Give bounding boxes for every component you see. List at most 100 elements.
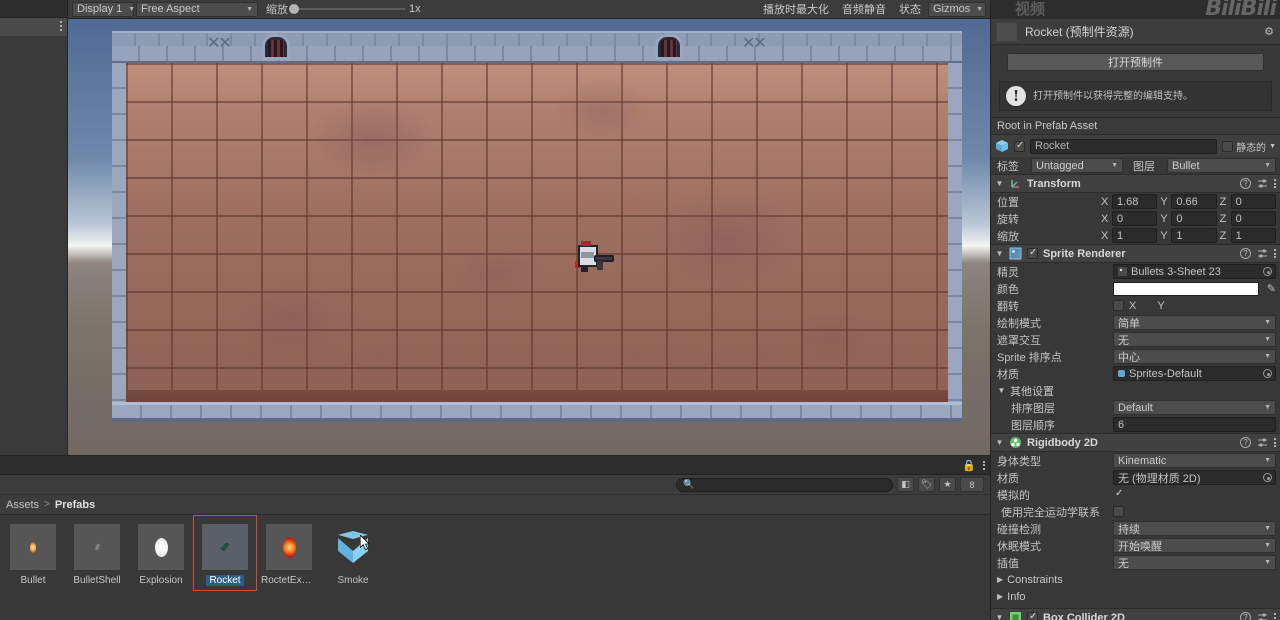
scale-z-field[interactable]: 1 [1230, 228, 1276, 243]
material-object-field[interactable]: Sprites-Default [1113, 366, 1276, 381]
collision-detection-dropdown[interactable]: 持续 ▼ [1113, 521, 1276, 536]
display-dropdown[interactable]: Display 1 ▼ [72, 1, 135, 17]
object-picker-icon[interactable] [1263, 473, 1272, 482]
component-header-rigidbody-2d[interactable]: ▼ Rigidbody 2D ? [991, 433, 1280, 452]
component-header-transform[interactable]: ▼ Transform ? [991, 174, 1280, 193]
flip-x-checkbox[interactable] [1113, 300, 1124, 311]
rotation-y-field[interactable]: 0 [1171, 211, 1217, 226]
foldout-arrow-icon[interactable]: ▼ [997, 386, 1006, 395]
use-full-kinematic-checkbox[interactable] [1113, 506, 1124, 517]
rotation-x-field[interactable]: 0 [1112, 211, 1158, 226]
search-input-wrapper[interactable]: 🔍 [676, 477, 893, 492]
maximize-on-play-button[interactable]: 播放时最大化 [757, 2, 835, 17]
body-type-dropdown[interactable]: Kinematic ▼ [1113, 453, 1276, 468]
object-picker-icon[interactable] [1263, 369, 1272, 378]
help-icon[interactable]: ? [1240, 612, 1251, 620]
stats-button[interactable]: 状态 [893, 2, 927, 17]
zoom-slider-knob[interactable] [289, 4, 299, 14]
inspector-tabbar[interactable]: 视频 BiliBili [991, 0, 1280, 19]
scale-y-field[interactable]: 1 [1171, 228, 1217, 243]
foldout-arrow-icon[interactable]: ▼ [995, 179, 1004, 188]
foldout-arrow-icon[interactable]: ▼ [995, 249, 1004, 258]
component-header-box-collider-2d[interactable]: ▼ Box Collider 2D ? [991, 608, 1280, 620]
preset-icon[interactable] [1257, 612, 1268, 620]
sprite-sort-point-dropdown[interactable]: 中心 ▼ [1113, 349, 1276, 364]
preset-icon[interactable] [1257, 248, 1268, 259]
gear-icon[interactable]: ⚙ [1264, 25, 1274, 38]
open-prefab-button[interactable]: 打开预制件 [1007, 53, 1264, 71]
project-tabbar[interactable]: 🔒 [0, 456, 990, 475]
asset-item-bullet[interactable]: Bullet [10, 524, 56, 586]
kebab-menu-icon[interactable] [1274, 438, 1276, 447]
foldout-arrow-icon[interactable]: ▼ [995, 613, 1004, 620]
kebab-menu-icon[interactable] [1274, 179, 1276, 188]
help-icon[interactable]: ? [1240, 178, 1251, 189]
asset-thumbnail [10, 524, 56, 570]
additional-settings-foldout[interactable]: ▼ 其他设置 [991, 382, 1280, 399]
kebab-menu-icon[interactable] [60, 21, 63, 33]
breadcrumb-current[interactable]: Prefabs [55, 499, 95, 511]
color-swatch[interactable] [1113, 281, 1259, 296]
gameobject-enabled-checkbox[interactable] [1014, 140, 1025, 152]
tag-dropdown[interactable]: Untagged ▼ [1031, 158, 1123, 173]
kebab-menu-icon[interactable] [983, 460, 985, 470]
position-y-field[interactable]: 0.66 [1171, 194, 1217, 209]
gameobject-name-field[interactable]: Rocket [1030, 138, 1218, 154]
hierarchy-selected-row[interactable] [0, 18, 67, 36]
sprite-object-field[interactable]: Bullets 3-Sheet 23 [1113, 264, 1276, 279]
mask-interaction-dropdown[interactable]: 无 ▼ [1113, 332, 1276, 347]
foldout-arrow-icon[interactable]: ▶ [997, 575, 1003, 584]
gizmos-dropdown[interactable]: Gizmos ▼ [928, 1, 986, 17]
draw-mode-dropdown[interactable]: 简单 ▼ [1113, 315, 1276, 330]
static-group[interactable]: 静态的 ▼ [1222, 139, 1276, 154]
flip-y-checkbox[interactable] [1141, 300, 1152, 311]
scale-x-field[interactable]: 1 [1112, 228, 1158, 243]
order-in-layer-field[interactable]: 6 [1113, 417, 1276, 432]
layer-dropdown[interactable]: Bullet ▼ [1167, 158, 1276, 173]
object-picker-icon[interactable] [1263, 267, 1272, 276]
position-x-field[interactable]: 1.68 [1112, 194, 1158, 209]
kebab-menu-icon[interactable] [1274, 249, 1276, 258]
floor-tiles [126, 63, 948, 402]
asset-item-rocketexplosion[interactable]: RoctetExpl... [261, 524, 317, 586]
interpolate-dropdown[interactable]: 无 ▼ [1113, 555, 1276, 570]
rb-material-object-field[interactable]: 无 (物理材质 2D) [1113, 470, 1276, 485]
search-by-label-icon[interactable]: 🏷 [918, 477, 935, 492]
info-foldout[interactable]: ▶ Info [991, 588, 1280, 605]
constraints-foldout[interactable]: ▶ Constraints [991, 571, 1280, 588]
search-by-type-icon[interactable]: ◧ [897, 477, 914, 492]
zoom-slider-group[interactable]: 缩放 1x [266, 1, 421, 17]
preset-icon[interactable] [1257, 178, 1268, 189]
kebab-menu-icon[interactable] [1274, 613, 1276, 620]
help-icon[interactable]: ? [1240, 437, 1251, 448]
simulated-checkbox[interactable] [1113, 488, 1124, 500]
hierarchy-tabbar[interactable] [0, 0, 67, 18]
aspect-dropdown[interactable]: Free Aspect ▼ [136, 1, 258, 17]
zoom-slider-track[interactable] [289, 4, 405, 14]
mute-audio-button[interactable]: 音频静音 [836, 2, 892, 17]
asset-item-smoke[interactable]: Smoke [330, 524, 376, 586]
sorting-layer-dropdown[interactable]: Default ▼ [1113, 400, 1276, 415]
sleeping-mode-dropdown[interactable]: 开始唤醒 ▼ [1113, 538, 1276, 553]
box-collider-enabled-checkbox[interactable] [1027, 611, 1038, 620]
asset-item-bulletshell[interactable]: BulletShell [73, 524, 121, 586]
component-header-sprite-renderer[interactable]: ▼ Sprite Renderer ? [991, 244, 1280, 263]
favorites-star-icon[interactable]: ★ [939, 477, 956, 492]
position-z-field[interactable]: 0 [1230, 194, 1276, 209]
help-icon[interactable]: ? [1240, 248, 1251, 259]
foldout-arrow-icon[interactable]: ▶ [997, 592, 1003, 601]
static-checkbox[interactable] [1222, 140, 1234, 152]
foldout-arrow-icon[interactable]: ▼ [995, 438, 1004, 447]
asset-item-explosion[interactable]: Explosion [138, 524, 184, 586]
preset-icon[interactable] [1257, 437, 1268, 448]
game-view-canvas[interactable]: ✕✕ ✕✕ [68, 19, 990, 455]
rotation-z-field[interactable]: 0 [1230, 211, 1276, 226]
lock-icon[interactable]: 🔒 [962, 459, 976, 472]
icon-size-slider[interactable]: 8 [960, 477, 984, 492]
sprite-renderer-enabled-checkbox[interactable] [1027, 247, 1038, 259]
breadcrumb-root[interactable]: Assets [6, 499, 39, 511]
chevron-down-icon[interactable]: ▼ [1269, 143, 1276, 150]
eyedropper-icon[interactable]: ✎ [1267, 282, 1276, 295]
asset-item-rocket[interactable]: Rocket [193, 515, 257, 591]
search-input[interactable] [698, 479, 886, 490]
